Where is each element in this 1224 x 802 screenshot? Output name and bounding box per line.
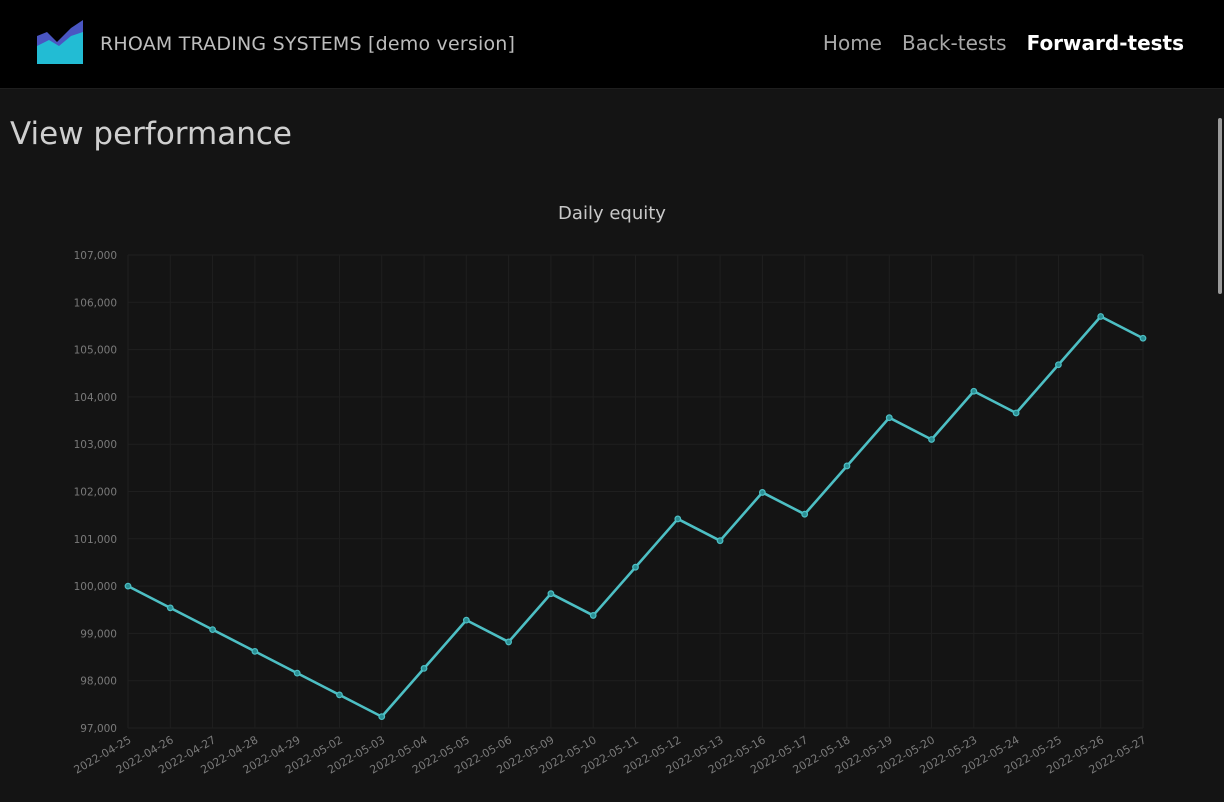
nav-forward-tests-link[interactable]: Forward-tests <box>1027 31 1184 55</box>
top-navbar: RHOAM TRADING SYSTEMS [demo version] Hom… <box>0 0 1224 89</box>
equity-data-point[interactable] <box>928 436 935 443</box>
chart-grid <box>127 254 1144 729</box>
equity-data-point[interactable] <box>1097 313 1105 320</box>
nav-back-tests-link[interactable]: Back-tests <box>902 31 1007 55</box>
equity-data-point[interactable] <box>420 665 428 672</box>
equity-data-point[interactable] <box>758 489 766 496</box>
equity-data-point[interactable] <box>1139 334 1147 342</box>
equity-data-point[interactable] <box>970 387 978 395</box>
equity-data-point[interactable] <box>547 590 555 598</box>
equity-data-point[interactable] <box>124 582 132 590</box>
equity-data-point[interactable] <box>462 616 470 624</box>
equity-data-point[interactable] <box>674 515 682 523</box>
y-axis-ticks: 97,000 98,000 99,000 100,000 101,000 102,000 1… <box>74 250 117 735</box>
equity-data-point[interactable] <box>293 669 301 677</box>
equity-data-point[interactable] <box>632 563 639 571</box>
equity-data-point[interactable] <box>1055 361 1062 369</box>
equity-data-point[interactable] <box>378 713 386 721</box>
nav-home-link[interactable]: Home <box>823 31 882 55</box>
equity-data-point[interactable] <box>1012 409 1020 417</box>
y-tick-label: 103,000 <box>74 439 117 451</box>
page-title: View performance <box>10 116 292 152</box>
x-axis-ticks: 2022-04-252022-04-262022-04-272022-04-28… <box>72 733 1149 776</box>
y-tick-label: 104,000 <box>74 392 117 404</box>
equity-data-point[interactable] <box>336 691 343 699</box>
daily-equity-chart: Daily equity 97,000 98,000 99,000 100,000 10… <box>72 203 1149 777</box>
y-tick-label: 105,000 <box>74 345 117 357</box>
brand-title[interactable]: RHOAM TRADING SYSTEMS [demo version] <box>100 33 515 55</box>
equity-data-point[interactable] <box>505 638 513 646</box>
equity-data-point[interactable] <box>885 414 893 422</box>
equity-data-point[interactable] <box>843 462 851 470</box>
equity-data-point[interactable] <box>166 604 174 612</box>
y-tick-label: 107,000 <box>74 250 117 262</box>
y-tick-label: 106,000 <box>74 297 117 309</box>
equity-data-point[interactable] <box>589 612 597 619</box>
equity-data-point[interactable] <box>251 647 259 655</box>
chart-title: Daily equity <box>558 203 666 224</box>
equity-data-point[interactable] <box>209 626 216 634</box>
equity-data-point[interactable] <box>716 537 724 545</box>
equity-data-point[interactable] <box>801 510 809 518</box>
main-nav: Home Back-tests Forward-tests <box>823 31 1184 55</box>
area-chart-logo-icon[interactable] <box>37 20 83 64</box>
y-tick-label: 100,000 <box>74 581 117 593</box>
y-tick-label: 97,000 <box>80 723 117 735</box>
y-tick-label: 99,000 <box>80 628 117 640</box>
y-tick-label: 101,000 <box>74 534 117 546</box>
y-tick-label: 98,000 <box>80 676 117 688</box>
y-tick-label: 102,000 <box>74 487 117 499</box>
